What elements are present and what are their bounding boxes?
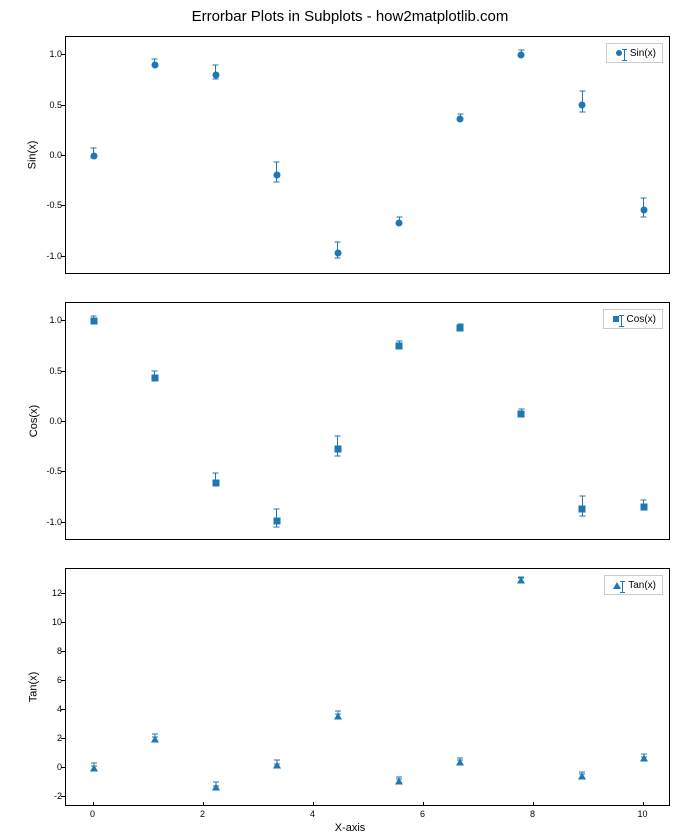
x-tick-label: 2 — [188, 809, 218, 819]
y-tick-label: 0.0 — [22, 150, 62, 160]
data-point — [90, 153, 97, 160]
data-point — [578, 773, 586, 780]
data-point — [457, 115, 464, 122]
data-point — [90, 764, 98, 771]
data-point — [640, 755, 648, 762]
data-point — [640, 503, 647, 510]
legend: Cos(x) — [603, 309, 663, 329]
legend: Sin(x) — [606, 43, 663, 63]
x-axis-label: X-axis — [0, 822, 700, 834]
data-point — [151, 62, 158, 69]
y-tick-label: 0.0 — [22, 416, 62, 426]
data-point — [396, 219, 403, 226]
data-point — [579, 101, 586, 108]
legend-label: Cos(x) — [627, 314, 656, 325]
y-tick-label: -1.0 — [22, 251, 62, 261]
figure-title: Errorbar Plots in Subplots - how2matplot… — [0, 8, 700, 25]
y-tick-label: -2 — [22, 791, 62, 801]
y-tick-label: 0 — [22, 762, 62, 772]
y-tick-label: 0.5 — [22, 100, 62, 110]
y-tick-label: 1.0 — [22, 49, 62, 59]
y-tick-label: 12 — [22, 588, 62, 598]
x-tick-label: 8 — [518, 809, 548, 819]
y-tick-label: 2 — [22, 733, 62, 743]
data-point — [456, 759, 464, 766]
legend: Tan(x) — [604, 575, 663, 595]
y-tick-label: 4 — [22, 704, 62, 714]
x-tick-label: 10 — [628, 809, 658, 819]
data-point — [334, 712, 342, 719]
data-point — [518, 52, 525, 59]
y-tick-label: 6 — [22, 675, 62, 685]
data-point — [273, 761, 281, 768]
data-point — [273, 517, 280, 524]
subplot-sinx: Sin(x) — [65, 36, 670, 274]
data-point — [396, 343, 403, 350]
data-point — [457, 325, 464, 332]
data-point — [151, 735, 159, 742]
y-tick-label: 0.5 — [22, 366, 62, 376]
y-tick-label: 8 — [22, 646, 62, 656]
data-point — [212, 72, 219, 79]
data-point — [334, 249, 341, 256]
legend-label: Tan(x) — [628, 580, 656, 591]
y-tick-label: 10 — [22, 617, 62, 627]
x-tick-label: 6 — [408, 809, 438, 819]
y-tick-label: -1.0 — [22, 517, 62, 527]
y-tick-label: -0.5 — [22, 200, 62, 210]
data-point — [90, 318, 97, 325]
data-point — [640, 207, 647, 214]
subplot-cosx: Cos(x) — [65, 302, 670, 540]
subplot-tanx: Tan(x) — [65, 568, 670, 806]
data-point — [151, 374, 158, 381]
figure: Errorbar Plots in Subplots - how2matplot… — [0, 0, 700, 840]
legend-label: Sin(x) — [630, 48, 656, 59]
data-point — [212, 479, 219, 486]
y-tick-label: -0.5 — [22, 466, 62, 476]
x-tick-label: 0 — [78, 809, 108, 819]
data-point — [395, 777, 403, 784]
data-point — [517, 577, 525, 584]
data-point — [273, 172, 280, 179]
data-point — [212, 783, 220, 790]
data-point — [579, 505, 586, 512]
data-point — [334, 446, 341, 453]
data-point — [518, 410, 525, 417]
y-tick-label: 1.0 — [22, 315, 62, 325]
x-tick-label: 4 — [298, 809, 328, 819]
